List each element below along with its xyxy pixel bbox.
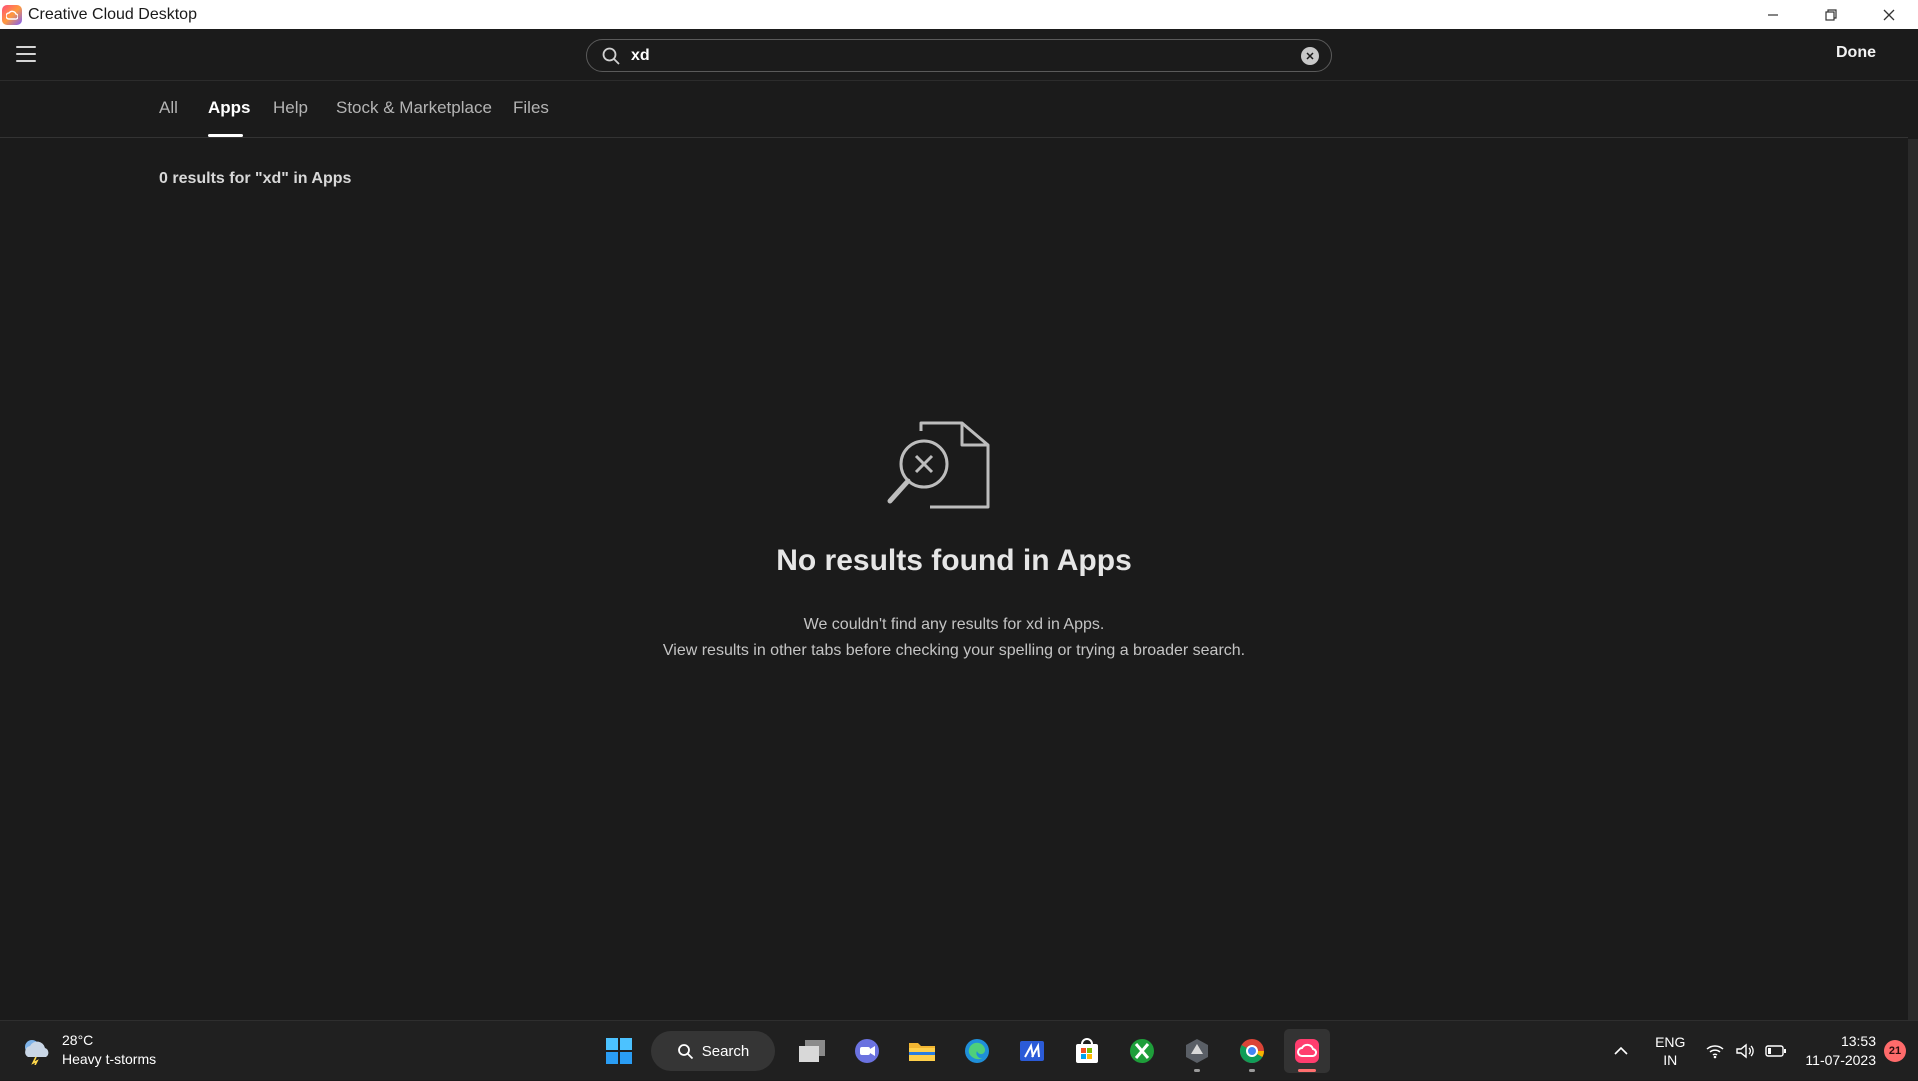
menu-icon[interactable] [16, 46, 36, 64]
clock-date: 11-07-2023 [1805, 1052, 1876, 1068]
meet-icon [855, 1039, 879, 1063]
close-icon [1883, 9, 1895, 20]
restore-icon [1825, 8, 1837, 21]
windows-start-icon [606, 1038, 632, 1064]
volume-icon[interactable] [1735, 1043, 1755, 1059]
creative-cloud-button[interactable] [1284, 1029, 1330, 1073]
task-view-icon [799, 1040, 825, 1062]
pinned-app-button-2[interactable] [1174, 1029, 1220, 1073]
notification-badge[interactable]: 21 [1884, 1040, 1906, 1062]
minimize-icon [1768, 13, 1778, 16]
search-box[interactable]: xd [586, 39, 1332, 72]
empty-state-title: No results found in Apps [776, 544, 1132, 577]
tab-apps[interactable]: Apps [208, 98, 251, 118]
region-code: IN [1663, 1052, 1678, 1068]
store-icon [1076, 1038, 1098, 1063]
minimize-button[interactable] [1744, 0, 1802, 29]
creative-cloud-logo-icon [2, 4, 22, 25]
edge-button[interactable] [954, 1029, 1000, 1073]
weather-widget[interactable]: 28°C Heavy t-storms [20, 1031, 156, 1069]
pinned-app-button[interactable] [1009, 1029, 1055, 1073]
chrome-icon [1239, 1039, 1264, 1064]
search-icon [677, 1043, 693, 1059]
running-indicator [1298, 1069, 1316, 1072]
clock-time: 13:53 [1840, 1033, 1876, 1049]
clear-icon [1306, 51, 1314, 60]
language-indicator[interactable]: ENG IN [1655, 1033, 1685, 1069]
scrollbar[interactable] [1908, 139, 1918, 1020]
weather-temp: 28°C [62, 1032, 94, 1048]
app-icon [1186, 1039, 1208, 1063]
taskbar-search-button[interactable]: Search [651, 1031, 775, 1071]
folder-icon [909, 1043, 935, 1061]
search-input[interactable]: xd [631, 47, 1301, 65]
results-panel: 0 results for "xd" in Apps No results fo… [0, 139, 1908, 1020]
taskbar: 28°C Heavy t-storms Search ENG IN 13:53 … [0, 1020, 1918, 1080]
weather-condition: Heavy t-storms [62, 1051, 157, 1067]
task-view-button[interactable] [789, 1029, 835, 1073]
tab-stock-marketplace[interactable]: Stock & Marketplace [336, 98, 492, 118]
tab-help[interactable]: Help [273, 98, 308, 118]
edge-icon [965, 1039, 989, 1063]
battery-icon[interactable] [1765, 1044, 1787, 1058]
chrome-button[interactable] [1229, 1029, 1275, 1073]
store-button[interactable] [1064, 1029, 1110, 1073]
storm-cloud-icon [25, 1040, 49, 1065]
system-tray: ENG IN 13:53 11-07-2023 21 [1611, 1021, 1918, 1081]
results-count: 0 results for "xd" in Apps [159, 170, 352, 187]
clear-search-button[interactable] [1301, 46, 1319, 65]
search-icon [602, 47, 620, 65]
language-code: ENG [1655, 1034, 1686, 1050]
meet-button[interactable] [844, 1029, 890, 1073]
tab-all[interactable]: All [159, 98, 178, 118]
done-button[interactable]: Done [1836, 44, 1876, 62]
running-indicator [1194, 1069, 1200, 1072]
empty-state-message: We couldn't find any results for xd in A… [803, 616, 1105, 633]
running-indicator [1249, 1069, 1255, 1072]
title-bar: Creative Cloud Desktop [0, 0, 1918, 29]
restore-button[interactable] [1802, 0, 1860, 29]
wifi-icon[interactable] [1705, 1043, 1725, 1059]
creative-cloud-icon [1295, 1039, 1319, 1063]
search-tabs: All Apps Help Stock & Marketplace Files [0, 82, 1908, 138]
app-header: xd Done [0, 29, 1918, 81]
xbox-icon [1130, 1039, 1154, 1063]
empty-state-hint: View results in other tabs before checki… [662, 642, 1246, 659]
xbox-button[interactable] [1119, 1029, 1165, 1073]
tab-files[interactable]: Files [513, 98, 549, 118]
window-title: Creative Cloud Desktop [28, 5, 197, 23]
close-button[interactable] [1860, 0, 1918, 29]
file-explorer-button[interactable] [899, 1029, 945, 1073]
start-button[interactable] [596, 1029, 642, 1073]
chevron-up-icon[interactable] [1611, 1046, 1631, 1056]
app-icon [1020, 1041, 1044, 1061]
taskbar-search-label: Search [701, 1042, 750, 1060]
active-tab-indicator [208, 134, 243, 137]
clock[interactable]: 13:53 11-07-2023 [1805, 1032, 1876, 1070]
no-results-icon [887, 421, 990, 509]
